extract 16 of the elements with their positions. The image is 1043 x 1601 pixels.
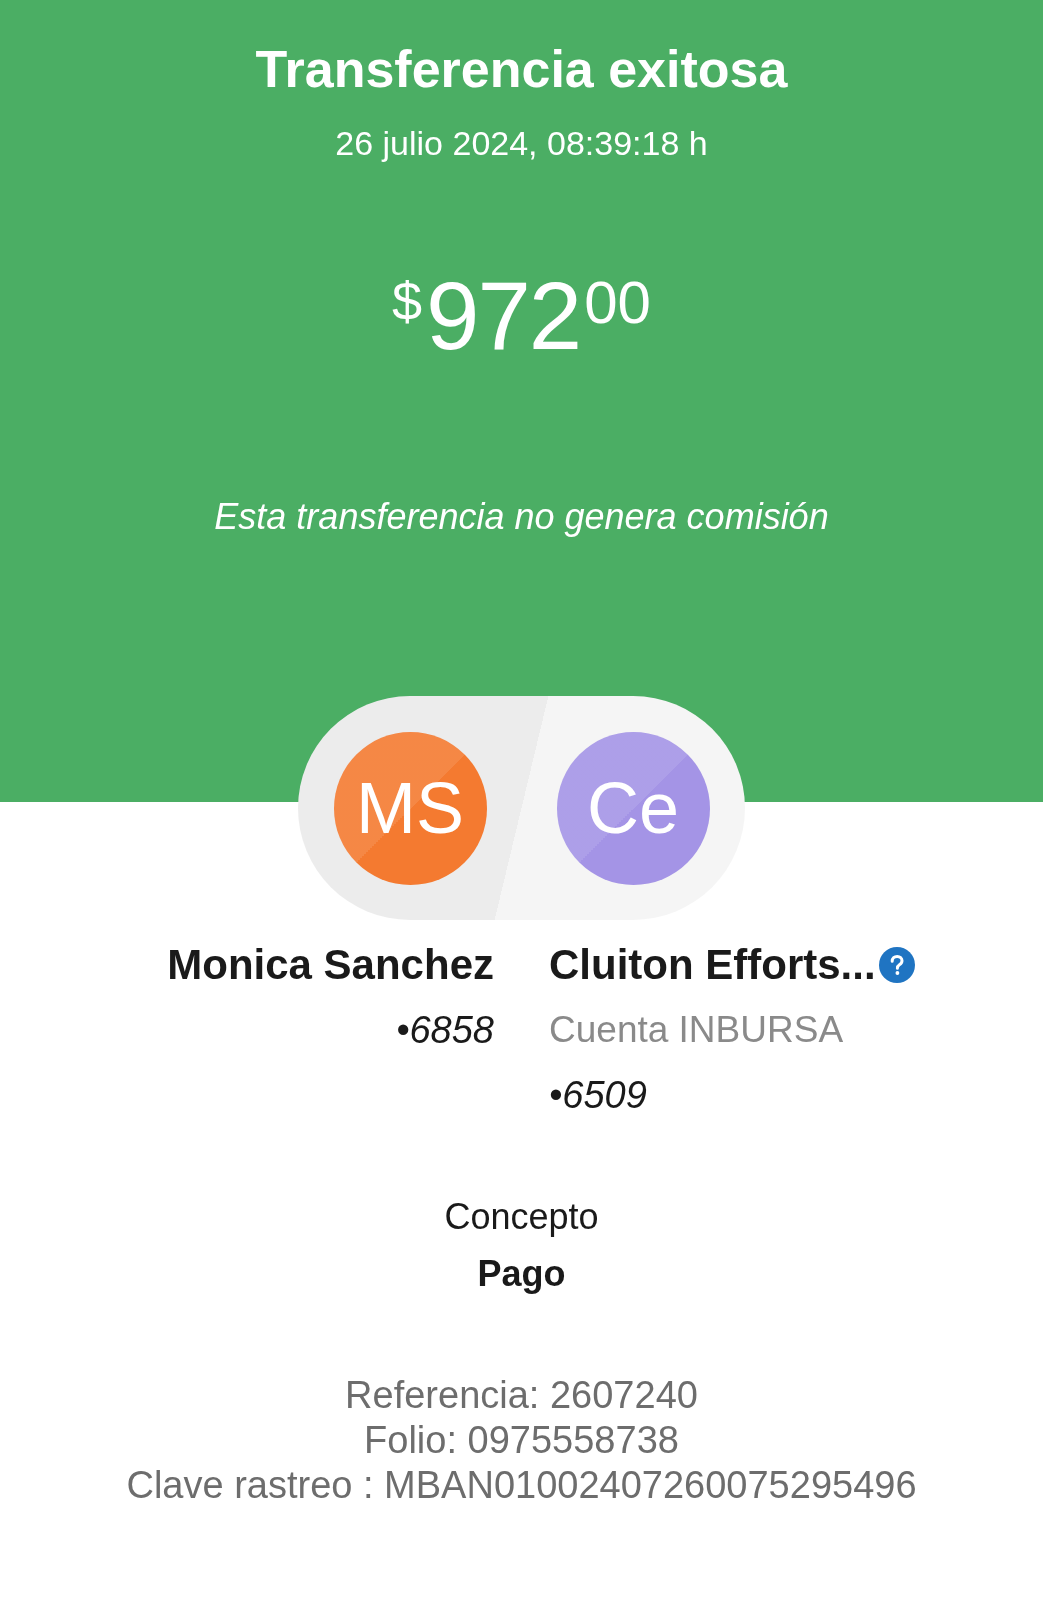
bank-account-type: Cuenta INBURSA xyxy=(549,1008,844,1052)
reference-line: Referencia: 2607240 xyxy=(345,1373,698,1418)
recipient-name: Cluiton Efforts... xyxy=(549,942,876,988)
initials-avatar: Ce xyxy=(556,731,710,885)
reference-line: Clave rastreo : MBAN01002407260075295496 xyxy=(126,1463,917,1508)
transfer-datetime: 26 julio 2024, 08:39:18 h xyxy=(335,123,708,163)
commission-note: Esta transferencia no genera comisión xyxy=(214,497,829,537)
account-number: •6509 xyxy=(549,1073,647,1118)
initials-avatar: MS xyxy=(333,731,487,885)
reference-line: Folio: 0975558738 xyxy=(364,1418,679,1463)
sender-name: Monica Sanchez xyxy=(167,942,494,988)
concept-label: Concepto xyxy=(444,1195,599,1239)
concept-value: Pago xyxy=(477,1252,566,1296)
account-number: •6858 xyxy=(396,1008,494,1053)
help-icon[interactable] xyxy=(878,947,915,983)
screen-title: Transferencia exitosa xyxy=(255,41,788,97)
